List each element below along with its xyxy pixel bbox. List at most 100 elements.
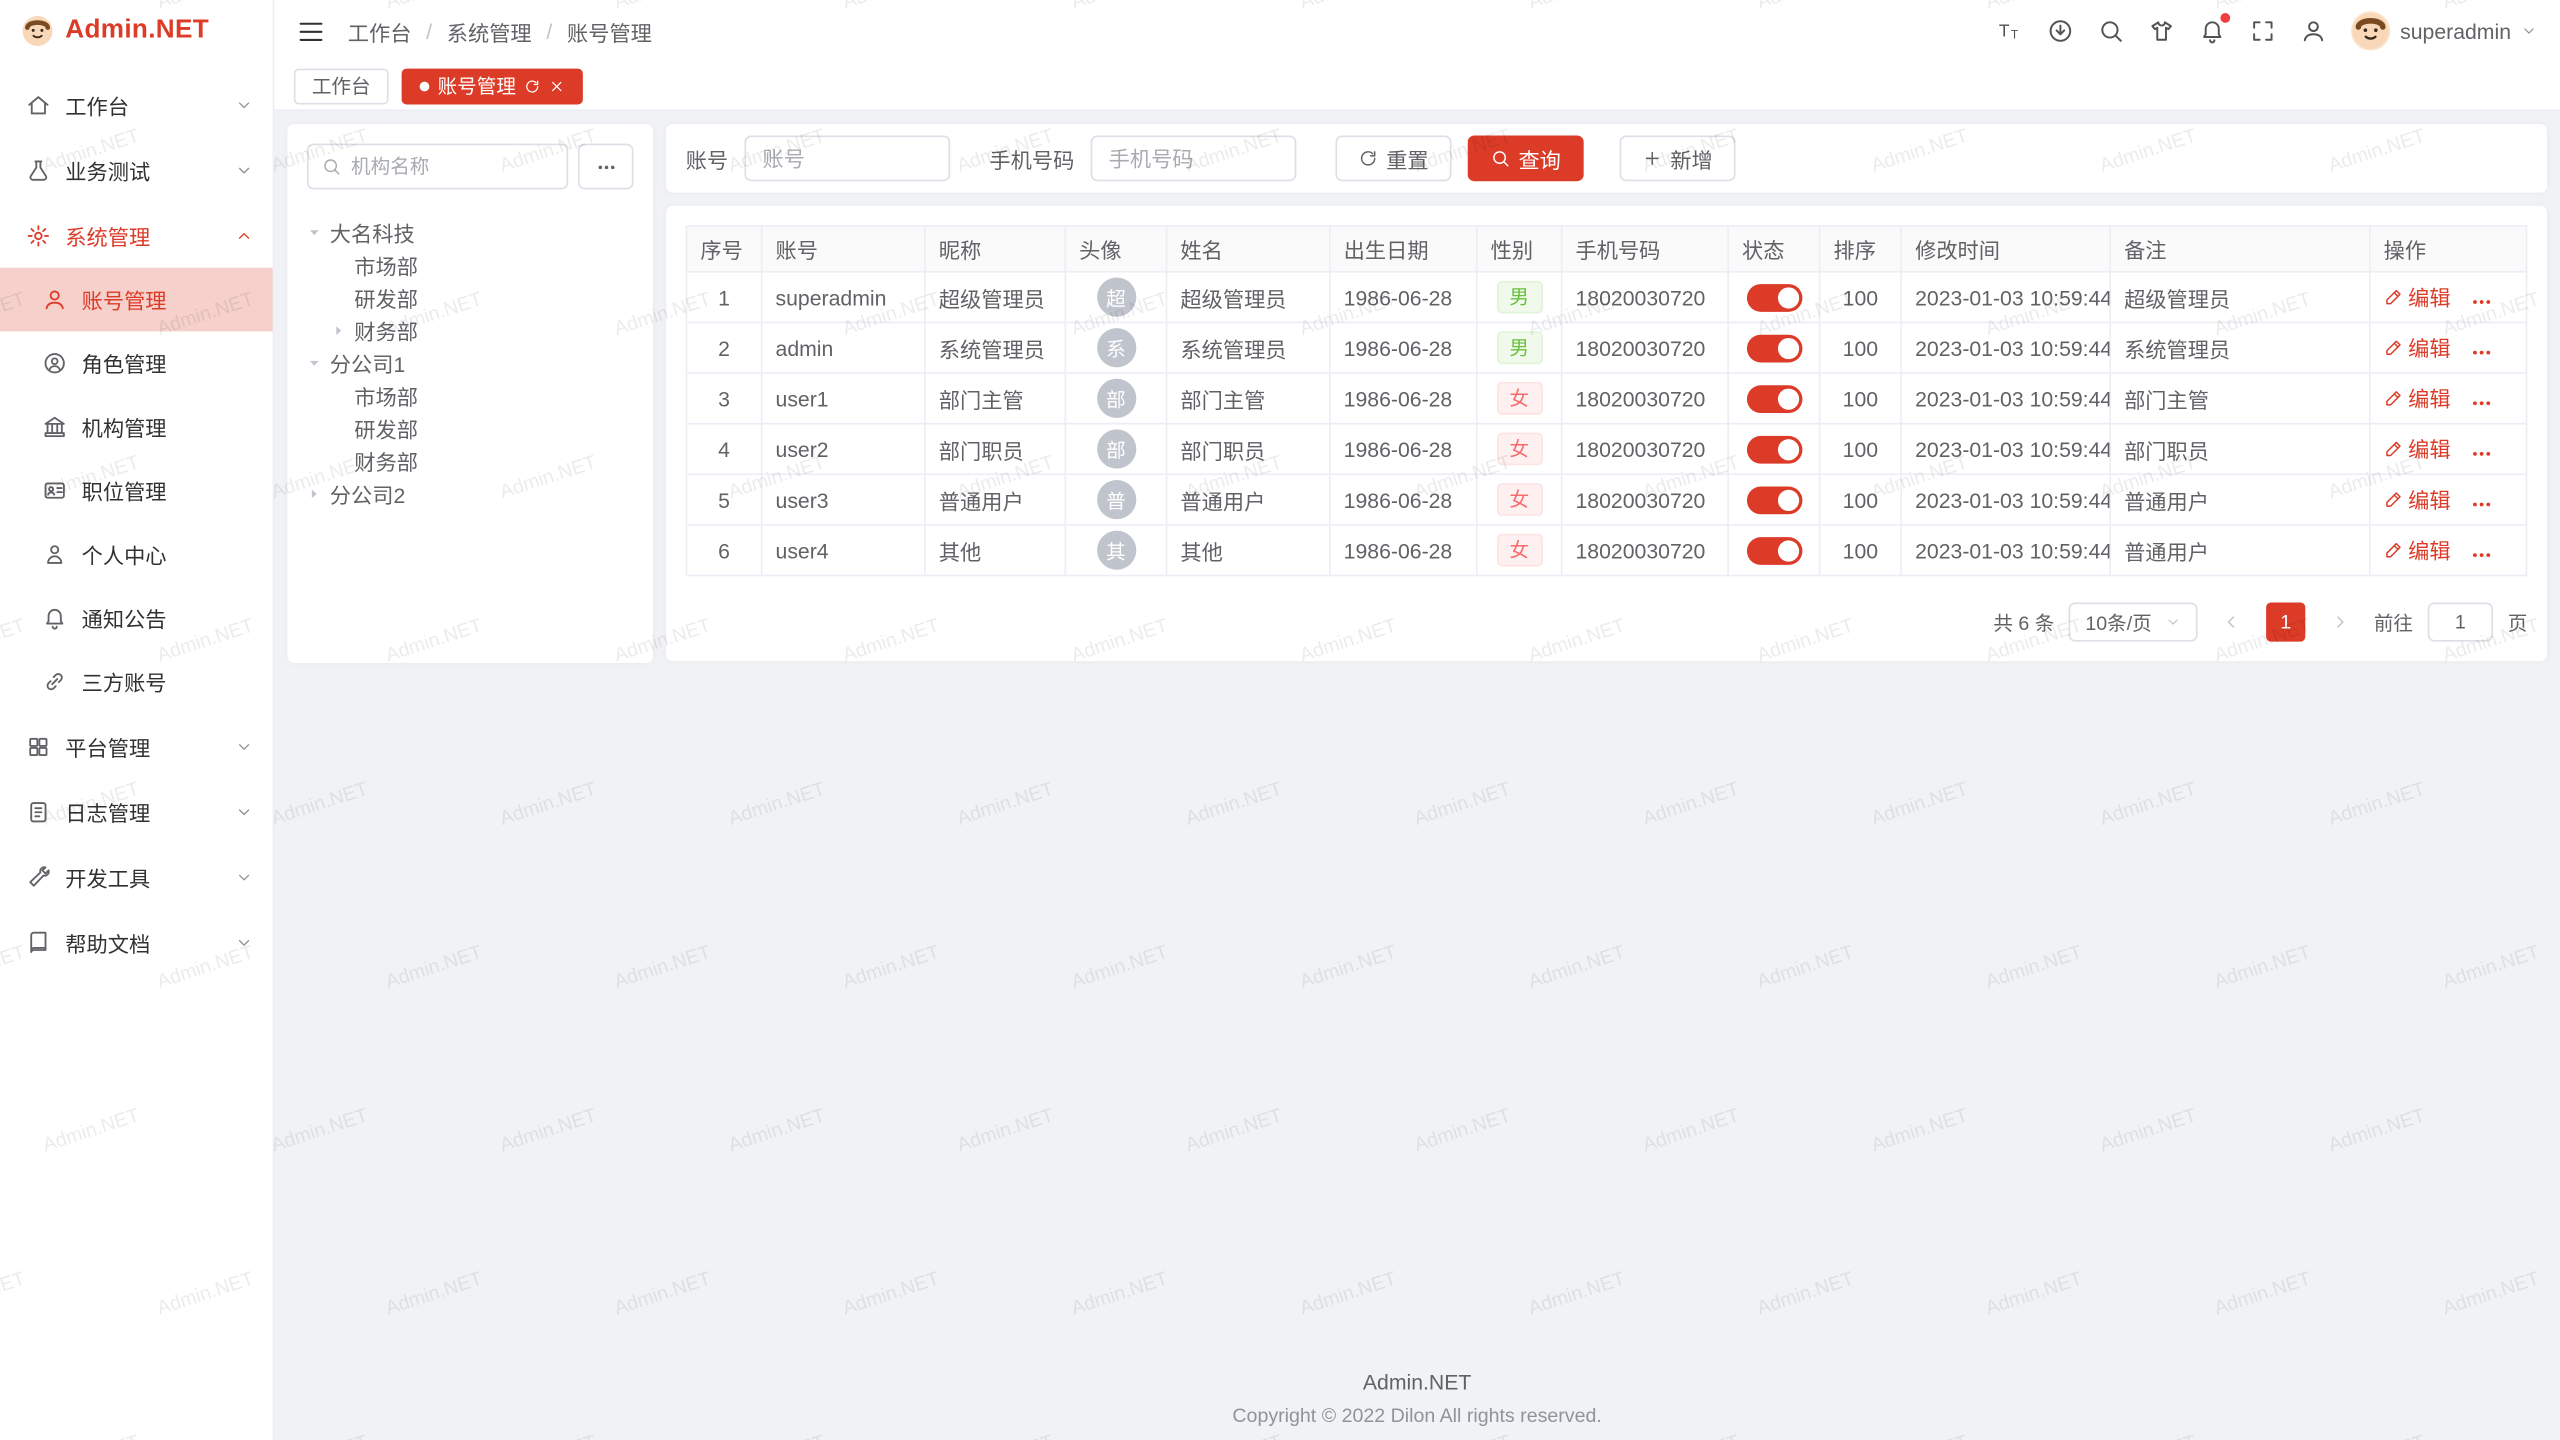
add-button[interactable]: 新增 [1620, 136, 1736, 182]
prev-page-button[interactable] [2212, 602, 2251, 641]
component-size-icon[interactable] [2047, 18, 2073, 44]
cell-account: superadmin [762, 272, 925, 323]
tab-account-mgmt[interactable]: 账号管理 [402, 68, 583, 104]
close-icon[interactable] [549, 78, 565, 94]
edit-button[interactable]: 编辑 [2384, 282, 2451, 313]
gender-badge: 男 [1496, 331, 1542, 364]
sidebar-item-position-mgmt[interactable]: 职位管理 [0, 459, 273, 523]
sidebar-item-label: 工作台 [65, 89, 235, 120]
link-icon [42, 669, 66, 693]
cell-gender: 女 [1477, 373, 1562, 424]
cell-no: 2 [687, 322, 762, 373]
caret-down-icon[interactable] [307, 355, 322, 370]
search-icon[interactable] [2098, 18, 2124, 44]
caret-right-icon[interactable] [331, 322, 346, 337]
fullscreen-icon[interactable] [2250, 18, 2276, 44]
chevron-down-icon [235, 161, 253, 179]
tree-node[interactable]: 财务部 [307, 313, 634, 346]
page-number-button[interactable]: 1 [2266, 602, 2305, 641]
more-button[interactable] [2470, 391, 2493, 414]
tree-node[interactable]: 研发部 [307, 411, 634, 444]
next-page-button[interactable] [2320, 602, 2359, 641]
footer-title: Admin.NET [274, 1370, 2560, 1394]
caret-right-icon[interactable] [307, 486, 322, 501]
sidebar-item-notice[interactable]: 通知公告 [0, 586, 273, 650]
edit-button[interactable]: 编辑 [2384, 332, 2451, 363]
tree-node[interactable]: 财务部 [307, 444, 634, 477]
topbar: 工作台/系统管理/账号管理 TT superadmin [274, 0, 2560, 62]
edit-button[interactable]: 编辑 [2384, 535, 2451, 566]
user-menu[interactable]: superadmin [2351, 11, 2537, 50]
sidebar-item-platform-mgmt[interactable]: 平台管理 [0, 713, 273, 778]
caret-down-icon[interactable] [307, 224, 322, 239]
edit-button[interactable]: 编辑 [2384, 383, 2451, 414]
sidebar-item-system-mgmt[interactable]: 系统管理 [0, 202, 273, 267]
user-icon[interactable] [2301, 18, 2327, 44]
tab-workbench[interactable]: 工作台 [294, 68, 389, 104]
hamburger-menu-icon[interactable] [297, 17, 325, 45]
sidebar-item-log-mgmt[interactable]: 日志管理 [0, 779, 273, 844]
sidebar-item-org-mgmt[interactable]: 机构管理 [0, 395, 273, 459]
cell-nickname: 部门职员 [925, 424, 1065, 475]
edit-icon [2384, 287, 2404, 307]
sidebar-item-workbench[interactable]: 工作台 [0, 72, 273, 137]
breadcrumb-item[interactable]: 系统管理 [447, 16, 532, 47]
page-size-select[interactable]: 10条/页 [2069, 602, 2197, 641]
breadcrumb-item[interactable]: 账号管理 [567, 16, 652, 47]
cell-avatar: 部 [1065, 424, 1166, 475]
sidebar-item-account-mgmt[interactable]: 账号管理 [0, 268, 273, 332]
sidebar-item-role-mgmt[interactable]: 角色管理 [0, 331, 273, 395]
sidebar-item-business-test[interactable]: 业务测试 [0, 137, 273, 202]
sidebar-menu: 工作台业务测试系统管理账号管理角色管理机构管理职位管理个人中心通知公告三方账号平… [0, 72, 273, 975]
cell-modified: 2023-01-03 10:59:44 [1901, 525, 2110, 576]
avatar: 超 [1096, 278, 1135, 317]
org-search-input[interactable] [351, 155, 553, 178]
more-button[interactable] [2470, 492, 2493, 515]
more-button[interactable] [2470, 543, 2493, 566]
breadcrumb-item[interactable]: 工作台 [348, 16, 412, 47]
more-button[interactable] [2470, 290, 2493, 313]
tree-node[interactable]: 市场部 [307, 379, 634, 412]
org-search-box [307, 144, 568, 190]
edit-button[interactable]: 编辑 [2384, 433, 2451, 464]
tree-node[interactable]: 市场部 [307, 248, 634, 281]
role-icon [42, 351, 66, 375]
phone-input[interactable] [1091, 136, 1297, 182]
cell-remark: 系统管理员 [2110, 322, 2370, 373]
sidebar-item-label: 机构管理 [82, 411, 253, 442]
position-icon [42, 478, 66, 502]
status-toggle[interactable] [1746, 536, 1802, 564]
status-toggle[interactable] [1746, 435, 1802, 463]
column-header: 昵称 [925, 226, 1065, 272]
font-size-icon[interactable]: TT [1997, 18, 2023, 44]
tree-more-button[interactable] [578, 144, 634, 190]
tree-node[interactable]: 大名科技 [307, 216, 634, 249]
status-toggle[interactable] [1746, 486, 1802, 514]
home-icon [26, 92, 50, 116]
gender-badge: 女 [1496, 534, 1542, 567]
status-toggle[interactable] [1746, 385, 1802, 413]
avatar: 其 [1096, 531, 1135, 570]
cell-remark: 部门主管 [2110, 373, 2370, 424]
sidebar-item-label: 系统管理 [65, 220, 235, 251]
sidebar-item-personal-center[interactable]: 个人中心 [0, 522, 273, 586]
more-button[interactable] [2470, 340, 2493, 363]
account-input[interactable] [745, 136, 951, 182]
tree-node[interactable]: 研发部 [307, 281, 634, 314]
tree-node-label: 大名科技 [330, 216, 415, 247]
theme-icon[interactable] [2149, 18, 2175, 44]
goto-page-input[interactable] [2428, 602, 2493, 641]
sidebar-item-dev-tools[interactable]: 开发工具 [0, 844, 273, 909]
more-button[interactable] [2470, 442, 2493, 465]
refresh-icon[interactable] [524, 78, 540, 94]
tree-node[interactable]: 分公司1 [307, 346, 634, 379]
bell-icon[interactable] [2199, 18, 2225, 44]
status-toggle[interactable] [1746, 334, 1802, 362]
edit-button[interactable]: 编辑 [2384, 484, 2451, 515]
sidebar-item-third-party-account[interactable]: 三方账号 [0, 650, 273, 714]
status-toggle[interactable] [1746, 283, 1802, 311]
tree-node[interactable]: 分公司2 [307, 477, 634, 510]
sidebar-item-help-docs[interactable]: 帮助文档 [0, 909, 273, 974]
search-button[interactable]: 查询 [1468, 136, 1584, 182]
reset-button[interactable]: 重置 [1336, 136, 1452, 182]
